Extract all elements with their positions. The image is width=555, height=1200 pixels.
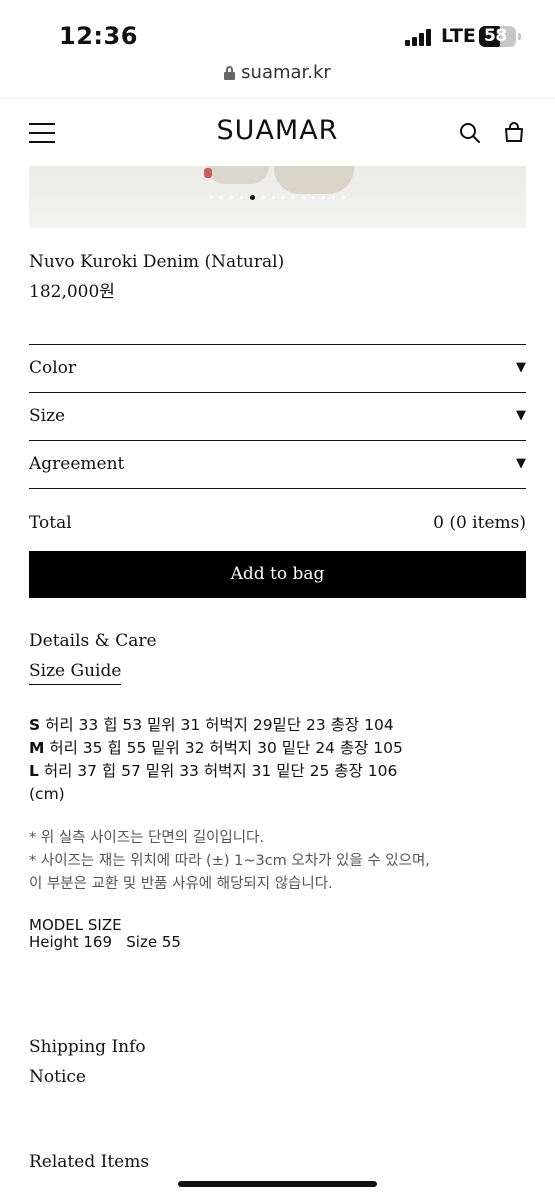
size-select-label: Size (29, 406, 66, 426)
total-value: 0 (0 items) (433, 513, 526, 533)
carousel-dot[interactable] (312, 196, 315, 199)
product-price: 182,000원 (29, 282, 115, 302)
carousel-dot[interactable] (250, 195, 255, 200)
carousel-dot[interactable] (292, 196, 295, 199)
product-name: Nuvo Kuroki Denim (Natural) (29, 252, 285, 272)
status-time: 12:36 (59, 22, 138, 50)
carousel-dots[interactable] (29, 194, 526, 202)
carousel-dot[interactable] (240, 196, 243, 199)
divider (29, 488, 526, 489)
url-text[interactable]: suamar.kr (241, 62, 331, 83)
home-indicator[interactable] (178, 1181, 377, 1187)
carousel-dot[interactable] (322, 196, 325, 199)
size-row-s: S 허리 33 힙 53 밑위 31 허벅지 29밑단 23 총장 104 (29, 716, 394, 734)
chevron-down-icon: ▼ (516, 456, 526, 471)
total-label: Total (29, 513, 72, 533)
notice-link[interactable]: Notice (29, 1067, 86, 1087)
agreement-select-label: Agreement (29, 454, 125, 474)
chevron-down-icon: ▼ (516, 408, 526, 423)
carousel-dot[interactable] (220, 196, 223, 199)
carousel-dot[interactable] (332, 196, 335, 199)
tab-details-care[interactable]: Details & Care (29, 631, 157, 651)
battery-percent: 58 (484, 26, 507, 46)
url-bar[interactable]: suamar.kr (0, 62, 555, 94)
site-header: SUAMAR (0, 98, 555, 166)
color-select[interactable]: Color ▼ (29, 344, 526, 392)
note-line: * 위 실측 사이즈는 단면의 길이입니다. (29, 830, 265, 846)
carousel-dot[interactable] (210, 196, 213, 199)
size-select[interactable]: Size ▼ (29, 392, 526, 440)
search-icon[interactable] (459, 122, 481, 144)
status-bar: 12:36 LTE 58 (0, 0, 555, 66)
agreement-select[interactable]: Agreement ▼ (29, 440, 526, 488)
model-size-title: MODEL SIZE (29, 916, 122, 934)
signal-icon (405, 28, 435, 46)
battery-tip (518, 33, 521, 40)
size-unit: (cm) (29, 785, 65, 803)
shipping-info-link[interactable]: Shipping Info (29, 1037, 146, 1057)
add-to-bag-button[interactable]: Add to bag (29, 551, 526, 598)
tab-size-guide[interactable]: Size Guide (29, 661, 122, 685)
related-items-title: Related Items (29, 1152, 150, 1172)
chevron-down-icon: ▼ (516, 360, 526, 375)
carousel-dot[interactable] (302, 196, 305, 199)
carousel-dot[interactable] (230, 196, 233, 199)
size-notes: * 위 실측 사이즈는 단면의 길이입니다. * 사이즈는 재는 위치에 따라 … (29, 827, 430, 896)
carousel-dot[interactable] (282, 196, 285, 199)
note-line: 이 부분은 교환 및 반품 사유에 해당되지 않습니다. (29, 876, 333, 892)
carousel-dot[interactable] (262, 196, 265, 199)
size-row-m: M 허리 35 힙 55 밑위 32 허벅지 30 밑단 24 총장 105 (29, 739, 403, 757)
color-select-label: Color (29, 358, 77, 378)
network-label: LTE (441, 25, 476, 47)
bag-icon[interactable] (503, 121, 525, 143)
carousel-dot[interactable] (272, 196, 275, 199)
model-size: MODEL SIZE Height 169 Size 55 (29, 917, 181, 951)
size-row-l: L 허리 37 힙 57 밑위 33 허벅지 31 밑단 25 총장 106 (29, 762, 398, 780)
note-line: * 사이즈는 재는 위치에 따라 (±) 1~3cm 오차가 있을 수 있으며, (29, 853, 430, 869)
lock-icon (224, 65, 236, 80)
model-size-value: Height 169 Size 55 (29, 933, 181, 951)
battery-icon: 58 (479, 26, 516, 47)
carousel-dot[interactable] (342, 196, 345, 199)
size-guide-table: S 허리 33 힙 53 밑위 31 허벅지 29밑단 23 총장 104 M … (29, 714, 403, 806)
